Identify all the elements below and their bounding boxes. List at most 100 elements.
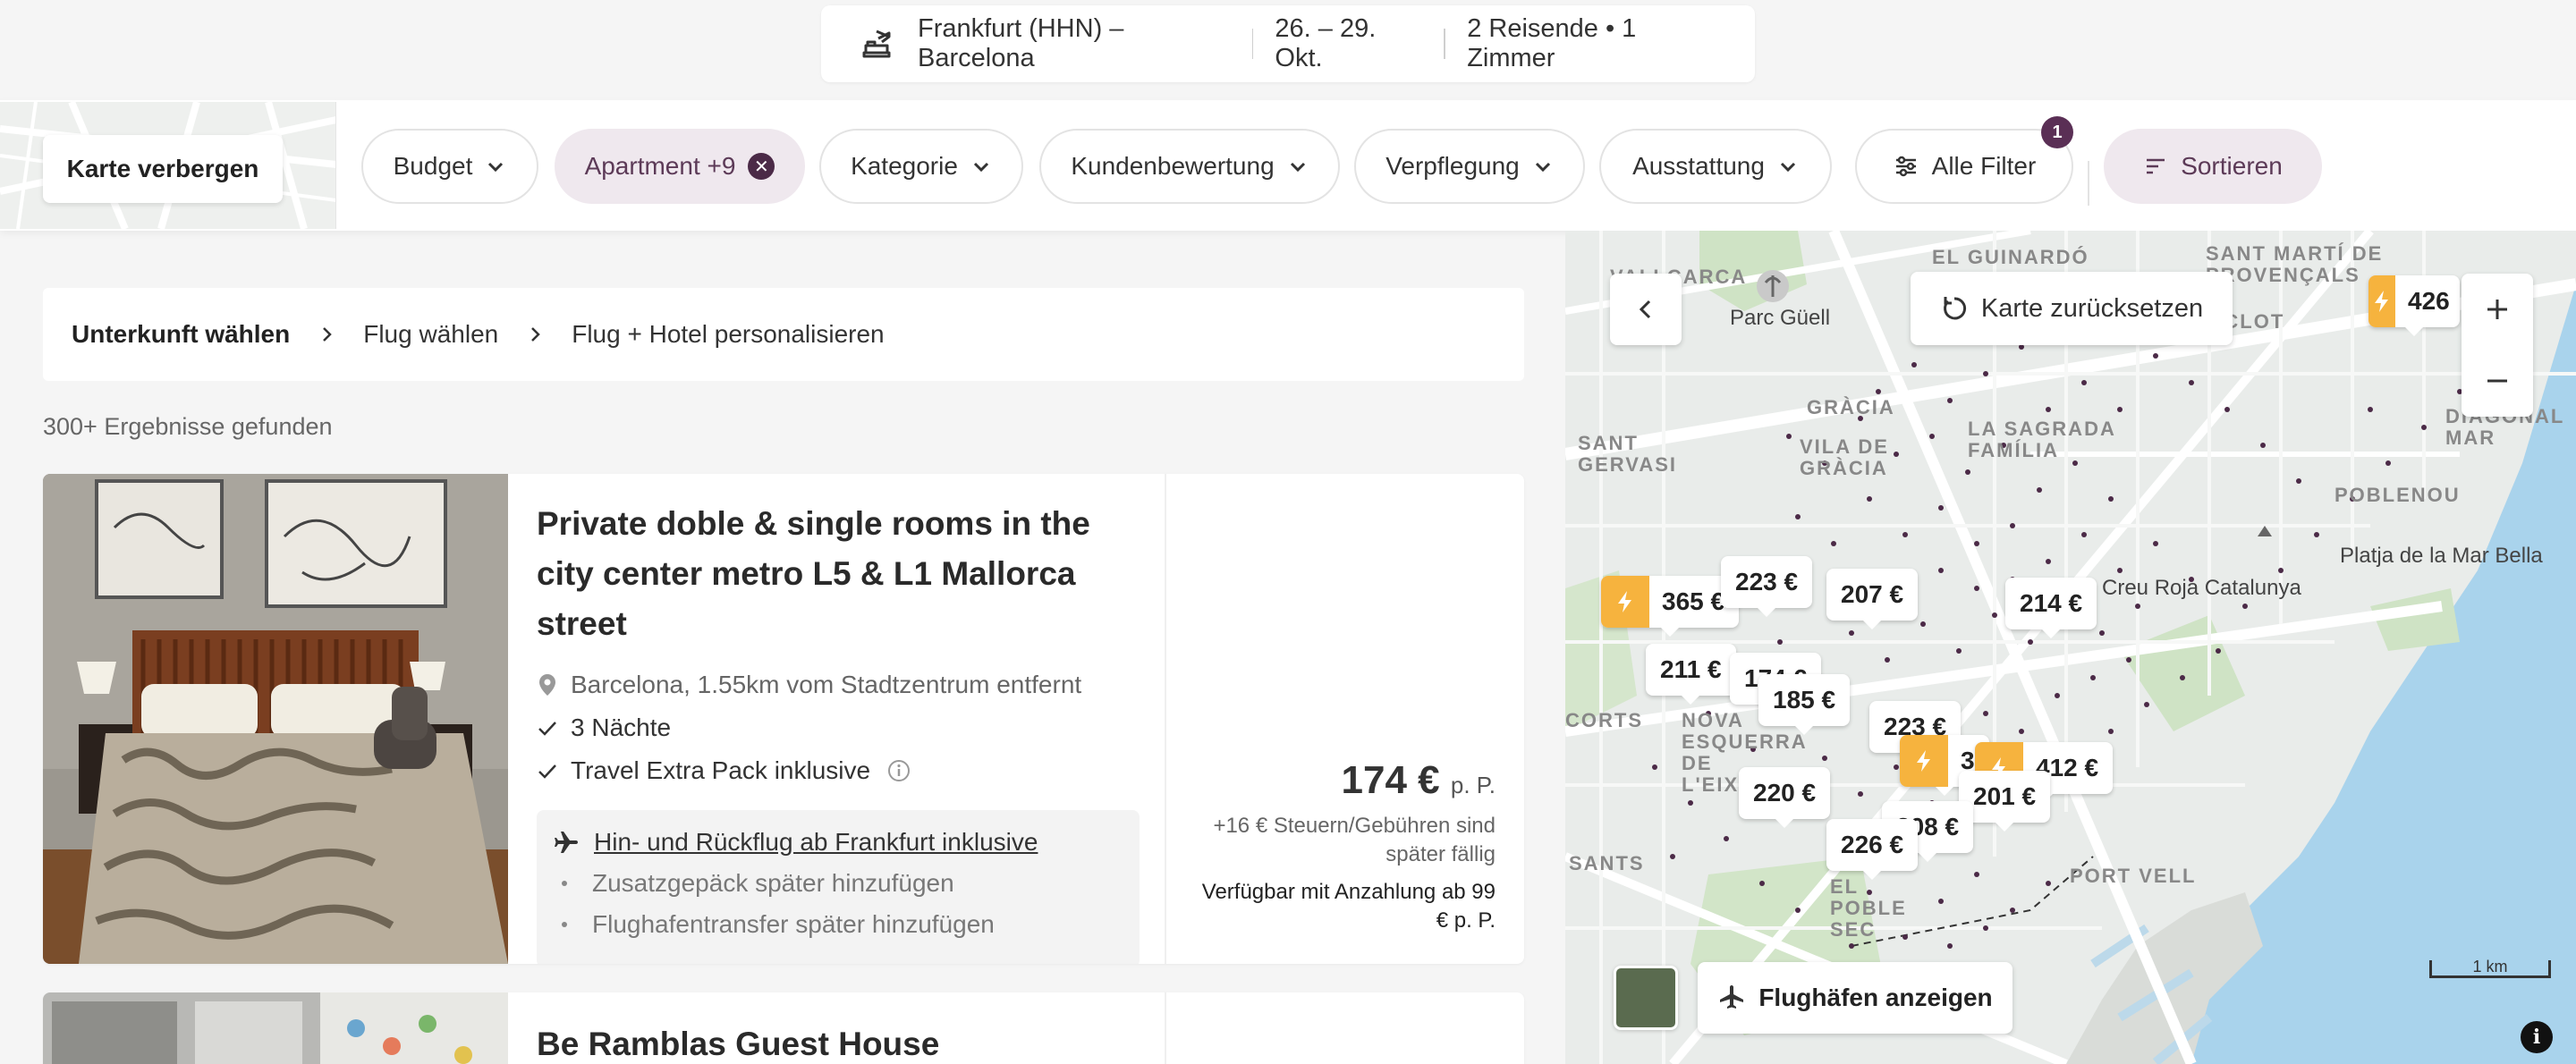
hide-map-button[interactable]: Karte verbergen — [43, 135, 283, 203]
listing-photo[interactable] — [43, 474, 508, 964]
listing-title[interactable]: Private doble & single rooms in the city… — [537, 499, 1154, 649]
feature-text: Travel Extra Pack inklusive — [571, 756, 871, 784]
listing-card[interactable]: Private doble & single rooms in the city… — [43, 474, 1524, 964]
map-label: El Poble Sec — [1830, 875, 1907, 941]
chevron-down-icon — [1777, 156, 1799, 177]
map-info-icon[interactable]: i — [2521, 1021, 2553, 1053]
review-label: Kundenbewertung — [1071, 152, 1275, 180]
map-label: Sant Gervasi — [1578, 432, 1677, 476]
apartment-label: Apartment +9 — [584, 152, 736, 180]
map-thumbnail[interactable]: Karte verbergen — [0, 102, 336, 229]
filter-count-badge: 1 — [2041, 116, 2073, 148]
location-text: Barcelona, 1.55km vom Stadtzentrum entfe… — [571, 671, 1082, 698]
chevron-down-icon — [485, 156, 506, 177]
amenities-filter[interactable]: Ausstattung — [1599, 129, 1832, 204]
map-label: La Sagrada Família — [1968, 418, 2116, 461]
map-scale: 1 km — [2429, 958, 2551, 978]
extra-baggage-item: Zusatzgepäck später hinzufügen — [553, 869, 1123, 898]
search-route: Frankfurt (HHN) – Barcelona — [918, 14, 1124, 72]
flight-info-box: Hin- und Rückflug ab Frankfurt inklusive… — [537, 810, 1140, 964]
divider — [2088, 161, 2089, 206]
amenities-label: Ausstattung — [1632, 152, 1765, 180]
sort-icon — [2143, 154, 2168, 179]
category-filter[interactable]: Kategorie — [819, 129, 1023, 204]
refresh-icon — [1940, 294, 1969, 323]
price-marker[interactable]: 207 € — [1826, 569, 1919, 629]
feature-text: 3 Nächte — [571, 714, 672, 741]
tax-note: +16 € Steuern/Gebühren sind später fälli… — [1213, 814, 1496, 866]
bullet — [562, 922, 567, 927]
price-column: 174 € p. P. +16 € Steuern/Gebühren sind … — [1165, 474, 1524, 964]
feature-nights: 3 Nächte — [537, 714, 1181, 742]
price-marker[interactable]: 211 € — [1646, 644, 1736, 705]
separator — [1444, 29, 1446, 59]
budget-filter[interactable]: Budget — [361, 129, 538, 204]
zoom-controls — [2462, 274, 2533, 417]
map-label: Parc Güell — [1730, 306, 1831, 330]
airplane-icon — [553, 829, 580, 856]
clear-filter-icon[interactable]: ✕ — [748, 153, 775, 180]
listing-body: Be Ramblas Guest House — [537, 992, 1181, 1064]
apartment-filter[interactable]: Apartment +9 ✕ — [555, 129, 805, 204]
board-label: Verpflegung — [1385, 152, 1520, 180]
price-marker[interactable]: 365 € — [1601, 576, 1740, 637]
flight-included[interactable]: Hin- und Rückflug ab Frankfurt inklusive — [553, 828, 1123, 857]
sliders-icon — [1893, 153, 1919, 180]
check-icon — [537, 760, 558, 781]
zoom-in-icon[interactable] — [2462, 274, 2533, 345]
info-icon[interactable] — [886, 758, 911, 783]
search-guests: 2 Reisende • 1 Zimmer — [1467, 14, 1637, 72]
deposit-note: Verfügbar mit Anzahlung ab 99 € p. P. — [1201, 880, 1496, 933]
location-pin-icon — [537, 672, 558, 697]
map-label: Platja de la Mar Bella — [2340, 544, 2543, 568]
chevron-left-icon — [1633, 297, 1658, 322]
chevron-down-icon — [970, 156, 992, 177]
budget-label: Budget — [393, 152, 473, 180]
price-value: 174 € — [1341, 758, 1440, 802]
price-marker[interactable]: 226 € — [1826, 819, 1919, 880]
extra-text: Flughafentransfer später hinzufügen — [592, 910, 995, 938]
bolt-icon — [1601, 576, 1649, 628]
price-marker[interactable]: 220 € — [1739, 767, 1831, 828]
listing-photo[interactable] — [43, 992, 508, 1064]
breadcrumb-step-flight[interactable]: Flug wählen — [363, 320, 498, 349]
map-label: Sants — [1569, 852, 1645, 874]
price-marker[interactable]: 426 — [2368, 275, 2460, 336]
map-back-button[interactable] — [1610, 274, 1682, 345]
search-summary[interactable]: Frankfurt (HHN) – Barcelona 26. – 29. Ok… — [821, 5, 1755, 82]
map-label: Gràcia — [1807, 396, 1895, 418]
breadcrumb-step-personalize[interactable]: Flug + Hotel personalisieren — [572, 320, 884, 349]
listing-card[interactable]: Be Ramblas Guest House — [43, 992, 1524, 1064]
airport-transfer-item: Flughafentransfer später hinzufügen — [553, 910, 1123, 939]
bolt-icon — [2368, 275, 2395, 327]
price-marker[interactable]: 214 € — [2005, 578, 2097, 638]
map-label: Port Vell — [2070, 865, 2197, 887]
listing-price: 174 € p. P. — [1342, 758, 1496, 803]
chevron-down-icon — [1532, 156, 1554, 177]
price-marker[interactable]: 223 € — [1721, 556, 1813, 617]
map-label: El Guinardó — [1932, 246, 2089, 268]
listing-body: Private doble & single rooms in the city… — [537, 474, 1181, 964]
filter-bar: Karte verbergen Budget Apartment +9 ✕ Ka… — [0, 100, 2576, 231]
chevron-down-icon — [1287, 156, 1309, 177]
listing-title[interactable]: Be Ramblas Guest House — [537, 1019, 1154, 1064]
separator — [1251, 29, 1254, 59]
sort-label: Sortieren — [2181, 152, 2283, 180]
map-label: Poblenou — [2334, 484, 2461, 506]
sort-button[interactable]: Sortieren — [2104, 129, 2322, 204]
reset-map-button[interactable]: Karte zurücksetzen — [1911, 272, 2233, 345]
park-pin-icon — [1757, 270, 1789, 302]
price-column — [1165, 992, 1524, 1064]
breadcrumb: Unterkunft wählen Flug wählen Flug + Hot… — [43, 288, 1524, 381]
satellite-view-toggle[interactable] — [1614, 966, 1678, 1030]
board-filter[interactable]: Verpflegung — [1354, 129, 1585, 204]
show-airports-button[interactable]: Flughäfen anzeigen — [1698, 962, 2012, 1034]
price-marker[interactable]: 185 € — [1758, 674, 1851, 735]
feature-extra-pack: Travel Extra Pack inklusive — [537, 756, 1181, 785]
zoom-out-icon[interactable] — [2462, 345, 2533, 417]
all-filters-button[interactable]: Alle Filter — [1855, 129, 2073, 204]
review-filter[interactable]: Kundenbewertung — [1039, 129, 1340, 204]
category-label: Kategorie — [851, 152, 958, 180]
breadcrumb-step-accommodation[interactable]: Unterkunft wählen — [72, 320, 290, 349]
chevron-right-icon — [317, 325, 336, 344]
